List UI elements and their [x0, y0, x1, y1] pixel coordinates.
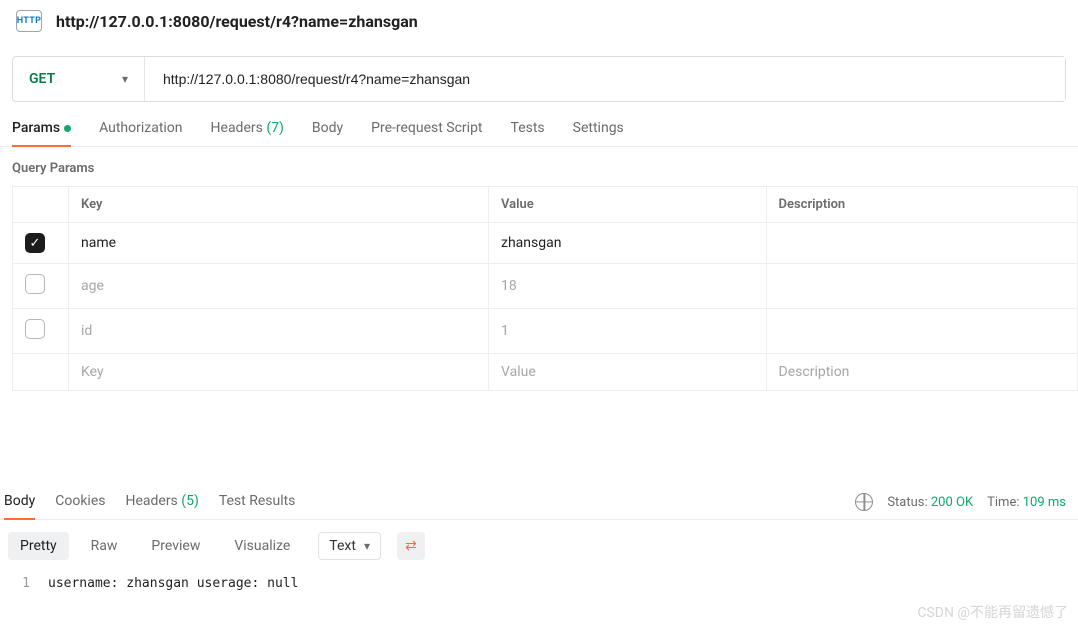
tab-headers-label: Headers — [211, 120, 263, 136]
time-block[interactable]: Time: 109 ms — [987, 495, 1066, 510]
cell-key[interactable]: id — [69, 309, 489, 354]
method-select[interactable]: GET ▾ — [13, 57, 145, 101]
status-label: Status: — [887, 495, 927, 510]
col-value: Value — [489, 187, 767, 223]
cell-value[interactable]: zhansgan — [489, 223, 767, 264]
col-check — [13, 187, 69, 223]
view-raw[interactable]: Raw — [79, 532, 130, 560]
cell-desc[interactable] — [766, 309, 1077, 354]
globe-icon[interactable] — [855, 493, 873, 511]
status-value: 200 OK — [931, 495, 973, 510]
chevron-down-icon: ▾ — [364, 539, 370, 553]
line-number: 1 — [8, 576, 30, 591]
row-checkbox[interactable] — [25, 233, 45, 253]
resp-tab-body[interactable]: Body — [4, 493, 35, 519]
query-params-table: Key Value Description name zhansgan age … — [12, 186, 1078, 391]
tab-params-label: Params — [12, 120, 60, 136]
resp-tab-cookies[interactable]: Cookies — [55, 493, 105, 519]
response-body[interactable]: 1 username: zhansgan userage: null — [0, 572, 1078, 605]
tab-params[interactable]: Params — [12, 120, 71, 146]
tab-prerequest[interactable]: Pre-request Script — [371, 120, 482, 146]
cell-key-placeholder[interactable]: Key — [69, 354, 489, 391]
cell-key[interactable]: name — [69, 223, 489, 264]
tab-settings[interactable]: Settings — [573, 120, 624, 146]
chevron-down-icon: ▾ — [122, 72, 128, 86]
tab-authorization[interactable]: Authorization — [99, 120, 182, 146]
status-block[interactable]: Status: 200 OK — [887, 495, 973, 510]
time-label: Time: — [987, 495, 1019, 510]
cell-value[interactable]: 18 — [489, 264, 767, 309]
request-tabs: Params Authorization Headers (7) Body Pr… — [0, 102, 1078, 147]
cell-desc[interactable] — [766, 264, 1077, 309]
response-text: username: zhansgan userage: null — [48, 576, 298, 591]
changed-dot-icon — [64, 125, 71, 132]
row-checkbox[interactable] — [25, 319, 45, 339]
request-row: GET ▾ — [12, 56, 1066, 102]
time-value: 109 ms — [1023, 495, 1066, 510]
tab-headers[interactable]: Headers (7) — [211, 120, 284, 146]
resp-tab-headers[interactable]: Headers (5) — [125, 493, 198, 519]
resp-headers-count: (5) — [181, 493, 199, 509]
tab-tests[interactable]: Tests — [511, 120, 545, 146]
tab-body[interactable]: Body — [312, 120, 343, 146]
wrap-lines-icon[interactable]: ⇄ — [397, 532, 425, 560]
format-select[interactable]: Text ▾ — [318, 532, 381, 560]
cell-key[interactable]: age — [69, 264, 489, 309]
table-row[interactable]: name zhansgan — [13, 223, 1078, 264]
cell-value-placeholder[interactable]: Value — [489, 354, 767, 391]
query-params-heading: Query Params — [0, 147, 1078, 186]
table-row[interactable]: id 1 — [13, 309, 1078, 354]
view-pretty[interactable]: Pretty — [8, 532, 69, 560]
format-label: Text — [329, 538, 356, 554]
table-row[interactable]: age 18 — [13, 264, 1078, 309]
response-tabs-bar: Body Cookies Headers (5) Test Results St… — [0, 475, 1078, 520]
response-toolbar: Pretty Raw Preview Visualize Text ▾ ⇄ — [0, 520, 1078, 572]
table-row-new[interactable]: Key Value Description — [13, 354, 1078, 391]
request-title: http://127.0.0.1:8080/request/r4?name=zh… — [56, 12, 418, 31]
watermark: CSDN @不能再留遗憾了 — [917, 602, 1068, 622]
cell-desc[interactable] — [766, 223, 1077, 264]
http-icon: HTTP — [16, 10, 42, 32]
col-key: Key — [69, 187, 489, 223]
view-preview[interactable]: Preview — [139, 532, 212, 560]
method-label: GET — [29, 71, 55, 87]
headers-count: (7) — [266, 120, 284, 136]
resp-headers-label: Headers — [125, 493, 177, 509]
cell-value[interactable]: 1 — [489, 309, 767, 354]
row-checkbox[interactable] — [25, 274, 45, 294]
cell-desc-placeholder[interactable]: Description — [766, 354, 1077, 391]
url-input[interactable] — [145, 57, 1065, 101]
tab-title-bar: HTTP http://127.0.0.1:8080/request/r4?na… — [0, 0, 1078, 42]
col-desc: Description — [766, 187, 1077, 223]
resp-tab-tests[interactable]: Test Results — [219, 493, 296, 519]
view-visualize[interactable]: Visualize — [222, 532, 302, 560]
